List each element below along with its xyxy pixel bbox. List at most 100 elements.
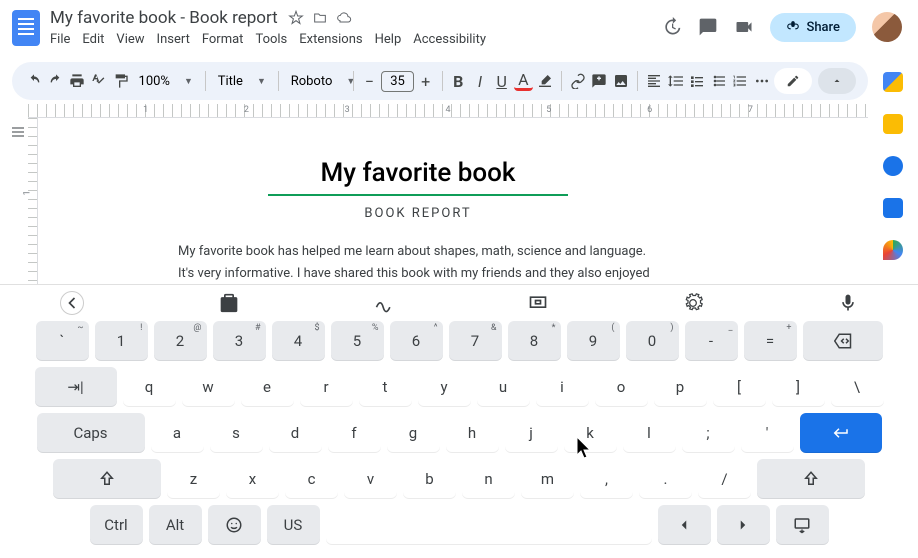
settings-icon[interactable] — [683, 293, 703, 313]
line-spacing-button[interactable] — [665, 69, 685, 93]
key-x[interactable]: x — [226, 459, 279, 499]
menu-extensions[interactable]: Extensions — [299, 32, 362, 47]
handwriting-icon[interactable] — [374, 293, 394, 313]
key-backspace[interactable] — [803, 321, 883, 361]
key-l[interactable]: l — [623, 413, 676, 453]
key-hide-keyboard[interactable] — [776, 505, 829, 545]
key-;[interactable]: ; — [682, 413, 735, 453]
font-size-input[interactable]: 35 — [381, 71, 414, 92]
star-icon[interactable] — [288, 10, 304, 26]
document-paragraph-1[interactable]: My favorite book has helped me learn abo… — [178, 241, 658, 263]
key-k[interactable]: k — [564, 413, 617, 453]
menu-format[interactable]: Format — [202, 32, 244, 47]
redo-button[interactable] — [46, 69, 66, 93]
key-=[interactable]: =+ — [744, 321, 797, 361]
key-a[interactable]: a — [151, 413, 204, 453]
meet-icon[interactable] — [734, 17, 754, 37]
key-arrow-left[interactable] — [658, 505, 711, 545]
document-page[interactable]: My favorite book BOOK REPORT My favorite… — [138, 118, 698, 292]
key-y[interactable]: y — [418, 367, 471, 407]
key-'[interactable]: ' — [741, 413, 794, 453]
keyboard-back-button[interactable] — [60, 291, 84, 315]
key-.[interactable]: . — [639, 459, 692, 499]
key-[[interactable]: [ — [713, 367, 766, 407]
key-v[interactable]: v — [344, 459, 397, 499]
keep-addon-icon[interactable] — [883, 114, 903, 134]
horizontal-ruler[interactable]: 1 2 3 4 5 6 7 — [28, 104, 868, 118]
key-h[interactable]: h — [446, 413, 499, 453]
key-tab[interactable]: ⇥| — [35, 367, 117, 407]
key-arrow-right[interactable] — [717, 505, 770, 545]
key-5[interactable]: 5% — [331, 321, 384, 361]
zoom-dropdown[interactable]: 100%▼ — [133, 72, 199, 91]
key-][interactable]: ] — [772, 367, 825, 407]
key-p[interactable]: p — [654, 367, 707, 407]
document-title[interactable]: My favorite book - Book report — [50, 8, 278, 28]
key-n[interactable]: n — [462, 459, 515, 499]
key-4[interactable]: 4$ — [272, 321, 325, 361]
collapse-button[interactable] — [818, 68, 856, 94]
align-button[interactable] — [644, 69, 664, 93]
maps-addon-icon[interactable] — [883, 240, 903, 260]
key-2[interactable]: 2@ — [154, 321, 207, 361]
increase-font-button[interactable]: + — [416, 69, 436, 93]
document-subheading[interactable]: BOOK REPORT — [178, 206, 658, 221]
key-f[interactable]: f — [328, 413, 381, 453]
move-icon[interactable] — [312, 10, 328, 26]
key-space[interactable] — [326, 505, 652, 545]
checklist-button[interactable] — [687, 69, 707, 93]
key-z[interactable]: z — [167, 459, 220, 499]
key-w[interactable]: w — [182, 367, 235, 407]
comment-icon[interactable] — [698, 17, 718, 37]
key-shift-right[interactable] — [757, 459, 865, 499]
menu-view[interactable]: View — [116, 32, 144, 47]
key-b[interactable]: b — [403, 459, 456, 499]
key-u[interactable]: u — [477, 367, 530, 407]
key-1[interactable]: 1! — [95, 321, 148, 361]
outline-toggle[interactable] — [0, 118, 28, 292]
add-comment-button[interactable] — [589, 69, 609, 93]
key-t[interactable]: t — [359, 367, 412, 407]
docs-logo-icon[interactable] — [12, 10, 40, 46]
key-7[interactable]: 7& — [449, 321, 502, 361]
text-color-button[interactable]: A — [514, 71, 534, 91]
vertical-ruler[interactable]: 1 — [28, 118, 38, 292]
key-8[interactable]: 8* — [508, 321, 561, 361]
key--[interactable]: -_ — [685, 321, 738, 361]
floating-keyboard-icon[interactable] — [528, 293, 548, 313]
editing-mode-button[interactable] — [774, 68, 812, 94]
link-button[interactable] — [568, 69, 588, 93]
key-/[interactable]: / — [698, 459, 751, 499]
insert-image-button[interactable] — [611, 69, 631, 93]
avatar[interactable] — [872, 12, 902, 42]
key-s[interactable]: s — [210, 413, 263, 453]
key-6[interactable]: 6^ — [390, 321, 443, 361]
menu-edit[interactable]: Edit — [82, 32, 104, 47]
tasks-addon-icon[interactable] — [883, 156, 903, 176]
key-3[interactable]: 3# — [213, 321, 266, 361]
bold-button[interactable]: B — [448, 69, 468, 93]
key-alt[interactable]: Alt — [149, 505, 202, 545]
key-9[interactable]: 9( — [567, 321, 620, 361]
key-m[interactable]: m — [521, 459, 574, 499]
menu-help[interactable]: Help — [375, 32, 402, 47]
font-dropdown[interactable]: Roboto▼ — [285, 72, 347, 91]
italic-button[interactable]: I — [470, 69, 490, 93]
key-0[interactable]: 0) — [626, 321, 679, 361]
key-o[interactable]: o — [595, 367, 648, 407]
key-d[interactable]: d — [269, 413, 322, 453]
more-button[interactable] — [752, 69, 772, 93]
history-icon[interactable] — [662, 17, 682, 37]
key-c[interactable]: c — [285, 459, 338, 499]
numbered-list-button[interactable] — [730, 69, 750, 93]
key-emoji[interactable] — [208, 505, 261, 545]
key-r[interactable]: r — [300, 367, 353, 407]
key-j[interactable]: j — [505, 413, 558, 453]
menu-accessibility[interactable]: Accessibility — [413, 32, 486, 47]
key-,[interactable]: , — [580, 459, 633, 499]
calendar-addon-icon[interactable] — [883, 72, 903, 92]
menu-file[interactable]: File — [50, 32, 70, 47]
key-language[interactable]: US — [267, 505, 320, 545]
mic-icon[interactable] — [838, 293, 858, 313]
key-`[interactable]: `~ — [36, 321, 89, 361]
